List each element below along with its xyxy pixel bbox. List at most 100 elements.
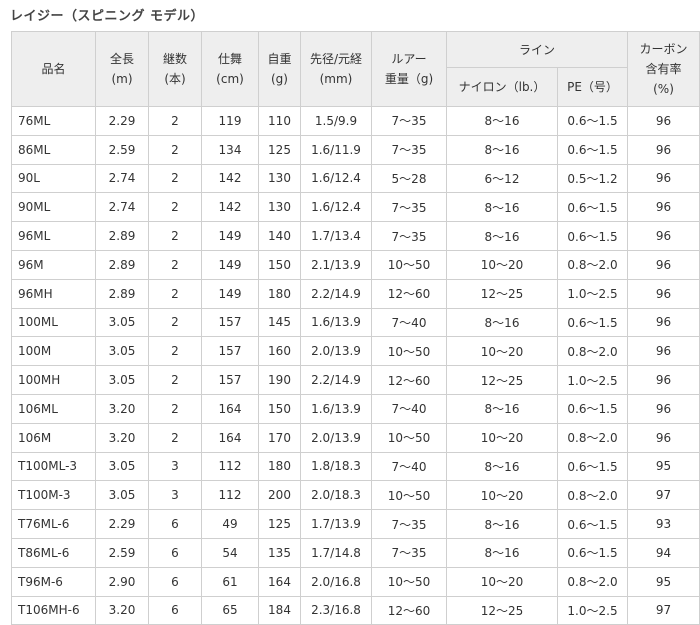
cell-diameter: 1.7/13.9 (300, 509, 372, 539)
cell-diameter: 2.0/13.9 (300, 422, 372, 453)
cell-pieces: 2 (148, 365, 202, 395)
cell-lure-weight: 10〜50 (371, 422, 447, 453)
cell-pe-line: 0.6〜1.5 (556, 221, 629, 251)
table-row: 76ML 2.29 2 119 110 1.5/9.9 7〜35 8〜16 0.6〜1.5 96 (11, 106, 700, 136)
cell-pieces: 2 (148, 422, 202, 453)
cell-model-name: T96M-6 (11, 566, 96, 597)
cell-nylon-line: 12〜25 (446, 595, 558, 625)
cell-length: 2.89 (95, 249, 149, 280)
cell-model-name: 106M (11, 422, 96, 453)
cell-pieces: 6 (148, 509, 202, 539)
cell-carbon-content: 96 (627, 422, 700, 453)
header-line: ライン (445, 31, 629, 68)
cell-weight: 150 (258, 249, 301, 280)
table-row: T100M-3 3.05 3 112 200 2.0/18.3 10〜50 10〜20 0.8〜… (11, 480, 700, 511)
cell-length: 3.20 (95, 393, 149, 424)
cell-carbon-content: 96 (627, 307, 700, 338)
cell-weight: 140 (258, 221, 301, 251)
table-row: T86ML-6 2.59 6 54 135 1.7/14.8 7〜35 8〜16 0.6〜1.5… (11, 537, 700, 568)
cell-carbon-content: 96 (627, 134, 700, 165)
cell-pe-line: 0.8〜2.0 (556, 336, 629, 367)
cell-weight: 190 (258, 365, 301, 395)
table-row: T96M-6 2.90 6 61 164 2.0/16.8 10〜50 10〜20 0.8〜2.… (11, 566, 700, 597)
cell-diameter: 2.1/13.9 (300, 249, 372, 280)
cell-lure-weight: 10〜50 (371, 566, 447, 597)
cell-model-name: 96M (11, 249, 96, 280)
cell-nylon-line: 8〜16 (446, 451, 558, 482)
table-row: 86ML 2.59 2 134 125 1.6/11.9 7〜35 8〜16 0.6〜1.5 96 (11, 134, 700, 165)
table-row: 100ML 3.05 2 157 145 1.6/13.9 7〜40 8〜16 0.6〜1.5 9… (11, 307, 700, 338)
cell-pe-line: 0.6〜1.5 (556, 537, 629, 568)
table-row: 96MH 2.89 2 149 180 2.2/14.9 12〜60 12〜25 1.0〜2.5… (11, 278, 700, 309)
cell-pe-line: 0.6〜1.5 (556, 192, 629, 223)
cell-model-name: 106ML (11, 393, 96, 424)
cell-pieces: 2 (148, 393, 202, 424)
cell-carbon-content: 96 (627, 393, 700, 424)
cell-model-name: 96MH (11, 278, 96, 309)
cell-length: 2.89 (95, 278, 149, 309)
cell-carbon-content: 96 (627, 106, 700, 136)
cell-closed-length: 157 (201, 336, 259, 367)
table-row: 90L 2.74 2 142 130 1.6/12.4 5〜28 6〜12 0.5〜1.2 96 (11, 163, 700, 194)
cell-lure-weight: 7〜35 (371, 537, 447, 568)
header-pe: PE（号） (556, 67, 629, 107)
cell-diameter: 1.6/11.9 (300, 134, 372, 165)
page-title: レイジー（スピニング モデル） (10, 9, 205, 24)
cell-pe-line: 0.6〜1.5 (556, 451, 629, 482)
cell-diameter: 2.0/16.8 (300, 566, 372, 597)
cell-pieces: 6 (148, 537, 202, 568)
cell-closed-length: 149 (201, 278, 259, 309)
cell-pe-line: 0.6〜1.5 (556, 134, 629, 165)
cell-closed-length: 164 (201, 393, 259, 424)
cell-model-name: 86ML (11, 134, 96, 165)
cell-lure-weight: 7〜35 (371, 134, 447, 165)
table-row: 90ML 2.74 2 142 130 1.6/12.4 7〜35 8〜16 0.6〜1.5 96 (11, 192, 700, 223)
cell-pe-line: 0.6〜1.5 (556, 393, 629, 424)
cell-length: 2.74 (95, 192, 149, 223)
cell-weight: 170 (258, 422, 301, 453)
table-row: 100M 3.05 2 157 160 2.0/13.9 10〜50 10〜20 0.8〜2.0… (11, 336, 700, 367)
cell-closed-length: 142 (201, 192, 259, 223)
cell-weight: 164 (258, 566, 301, 597)
cell-closed-length: 157 (201, 365, 259, 395)
cell-nylon-line: 10〜20 (446, 566, 558, 597)
header-diameter: 先径/元経 (mm) (300, 31, 372, 107)
cell-length: 3.05 (95, 480, 149, 511)
cell-pieces: 2 (148, 249, 202, 280)
cell-carbon-content: 95 (627, 451, 700, 482)
cell-lure-weight: 7〜40 (371, 451, 447, 482)
cell-lure-weight: 7〜35 (371, 106, 447, 136)
cell-length: 3.05 (95, 451, 149, 482)
cell-closed-length: 149 (201, 249, 259, 280)
cell-weight: 130 (258, 192, 301, 223)
cell-lure-weight: 7〜40 (371, 393, 447, 424)
cell-carbon-content: 93 (627, 509, 700, 539)
cell-model-name: T100ML-3 (11, 451, 96, 482)
table-row: 96ML 2.89 2 149 140 1.7/13.4 7〜35 8〜16 0.6〜1.5 96 (11, 221, 700, 251)
cell-length: 2.89 (95, 221, 149, 251)
header-name: 品名 (11, 31, 96, 107)
cell-pieces: 2 (148, 134, 202, 165)
cell-pieces: 3 (148, 480, 202, 511)
cell-closed-length: 54 (201, 537, 259, 568)
cell-diameter: 1.8/18.3 (300, 451, 372, 482)
cell-closed-length: 49 (201, 509, 259, 539)
cell-carbon-content: 95 (627, 566, 700, 597)
cell-carbon-content: 96 (627, 192, 700, 223)
cell-pe-line: 1.0〜2.5 (556, 595, 629, 625)
header-nylon: ナイロン（lb.） (446, 67, 558, 107)
cell-closed-length: 164 (201, 422, 259, 453)
cell-diameter: 2.0/13.9 (300, 336, 372, 367)
cell-pieces: 2 (148, 163, 202, 194)
cell-lure-weight: 7〜35 (371, 509, 447, 539)
header-row: 品名 全長 (m) 継数 (本) 仕舞 (cm) 自重 (g) 先径/元経 (mm) ルア… (11, 31, 700, 107)
cell-nylon-line: 8〜16 (446, 221, 558, 251)
table-row: T100ML-3 3.05 3 112 180 1.8/18.3 7〜40 8〜16 0.6〜1… (11, 451, 700, 482)
cell-length: 3.05 (95, 336, 149, 367)
cell-weight: 130 (258, 163, 301, 194)
cell-nylon-line: 6〜12 (446, 163, 558, 194)
cell-diameter: 1.6/13.9 (300, 307, 372, 338)
cell-diameter: 1.6/13.9 (300, 393, 372, 424)
cell-pe-line: 1.0〜2.5 (556, 365, 629, 395)
cell-carbon-content: 94 (627, 537, 700, 568)
